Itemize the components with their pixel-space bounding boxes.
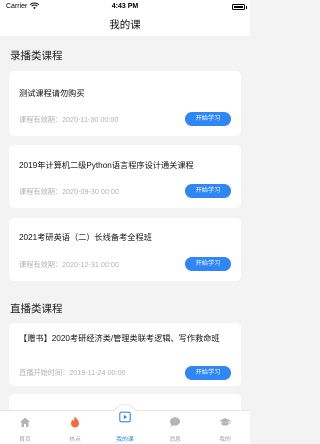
- tab-label: 热点: [69, 437, 81, 443]
- play-icon: [119, 411, 131, 423]
- flame-icon: [71, 416, 79, 428]
- course-title: 2021考研英语（二）长线备考全程班: [19, 233, 152, 242]
- start-learning-button[interactable]: 开始学习: [185, 257, 231, 271]
- section-title-recorded: 录播类课程: [10, 50, 63, 62]
- graduation-cap-icon: [219, 418, 231, 426]
- status-bar: Carrier 4:43 PM: [0, 0, 250, 14]
- section-title-live: 直播类课程: [10, 303, 63, 315]
- tab-label: 消息: [169, 437, 181, 443]
- course-title: 2019年计算机二级Python语言程序设计通关课程: [19, 161, 194, 170]
- tab-mine[interactable]: 我的: [200, 411, 250, 444]
- home-icon: [20, 417, 30, 427]
- tab-bar: 首页 热点 我的课 消息 我的: [0, 404, 250, 444]
- course-validity: 课程有效期：2020-11-30 00:00: [19, 115, 119, 124]
- tab-messages[interactable]: 消息: [150, 411, 200, 444]
- status-time: 4:43 PM: [111, 3, 139, 10]
- start-learning-button[interactable]: 开始学习: [185, 112, 231, 126]
- battery-icon: [232, 4, 245, 10]
- tab-hot[interactable]: 热点: [50, 411, 100, 444]
- course-validity: 课程有效期：2020-09-30 00:00: [19, 187, 119, 196]
- course-card[interactable]: 【赠书】2020考研经济类/管理类联考逻辑、写作救命班 直播开始时间：2019-…: [9, 323, 241, 386]
- start-learning-button[interactable]: 开始学习: [185, 366, 231, 380]
- tab-home[interactable]: 首页: [0, 411, 50, 444]
- tab-label: 我的: [219, 437, 231, 443]
- chat-icon: [170, 417, 180, 427]
- course-card[interactable]: 2021考研英语（二）长线备考全程班 课程有效期：2020-12-31 00:0…: [9, 218, 241, 281]
- tab-my-courses[interactable]: 我的课: [100, 404, 150, 444]
- tab-label: 首页: [19, 437, 31, 443]
- course-title: 【赠书】2020考研经济类/管理类联考逻辑、写作救命班: [19, 334, 220, 343]
- page-title: 我的课: [0, 14, 250, 36]
- course-title: 测试课程请勿购买: [19, 89, 85, 98]
- tab-label: 我的课: [116, 437, 134, 443]
- course-card[interactable]: 测试课程请勿购买 课程有效期：2020-11-30 00:00 开始学习: [9, 71, 241, 136]
- battery-tip: [245, 6, 247, 9]
- course-card[interactable]: 2019年计算机二级Python语言程序设计通关课程 课程有效期：2020-09…: [9, 145, 241, 208]
- start-learning-button[interactable]: 开始学习: [185, 184, 231, 198]
- course-validity: 课程有效期：2020-12-31 00:00: [19, 260, 119, 269]
- live-start-time: 直播开始时间：2019-11-24 00:00: [19, 368, 126, 377]
